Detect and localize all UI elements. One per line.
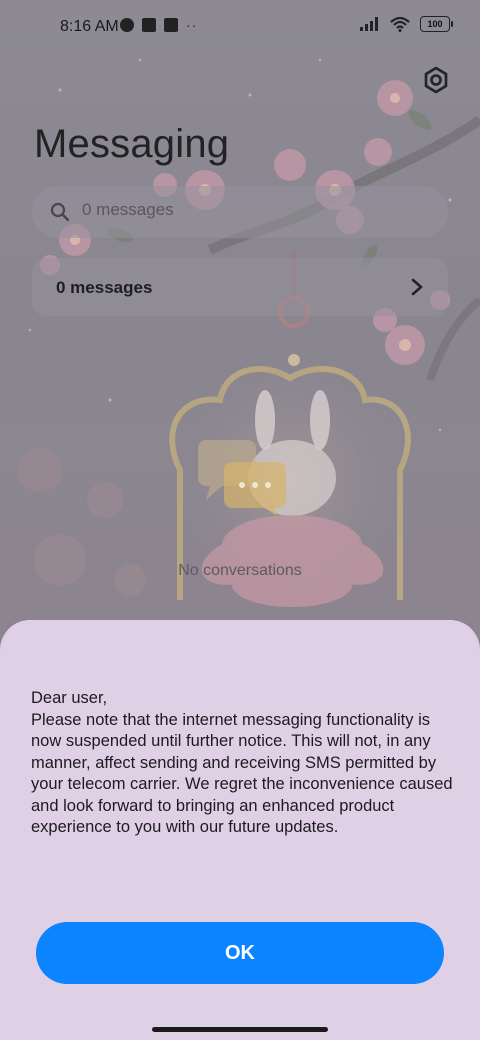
status-bar: 8:16 AM ·· 100 [0,0,480,56]
search-bar[interactable] [32,186,448,238]
messages-row[interactable]: 0 messages [32,258,448,316]
ok-button[interactable]: OK [36,922,444,984]
upload-notification-icon [164,18,178,32]
messages-row-label: 0 messages [56,278,153,297]
battery-icon: 100 [420,16,453,32]
messaging-screen: 8:16 AM ·· 100 Messaging 0 messages 0 me… [0,0,480,1040]
signal-icon [360,17,378,31]
status-time: 8:16 AM [60,18,119,35]
search-icon [50,202,70,222]
chat-bubbles-icon [198,440,286,516]
notice-bottom-sheet: Dear user, Please note that the internet… [0,620,480,1040]
search-input[interactable] [82,200,422,220]
wifi-icon [390,16,410,32]
notification-icons: ·· [120,18,197,32]
notice-message: Dear user, Please note that the internet… [31,689,453,836]
page-title: Messaging [34,122,230,166]
chevron-right-icon [411,278,423,296]
settings-icon[interactable] [420,64,452,96]
more-notifications-icon: ·· [186,17,198,33]
home-indicator[interactable] [152,1027,328,1032]
battery-level: 100 [427,19,443,29]
square-notification-icon [142,18,156,32]
empty-state-text: No conversations [178,562,302,579]
system-icons: 100 [360,16,453,32]
app-notification-icon [120,18,134,32]
